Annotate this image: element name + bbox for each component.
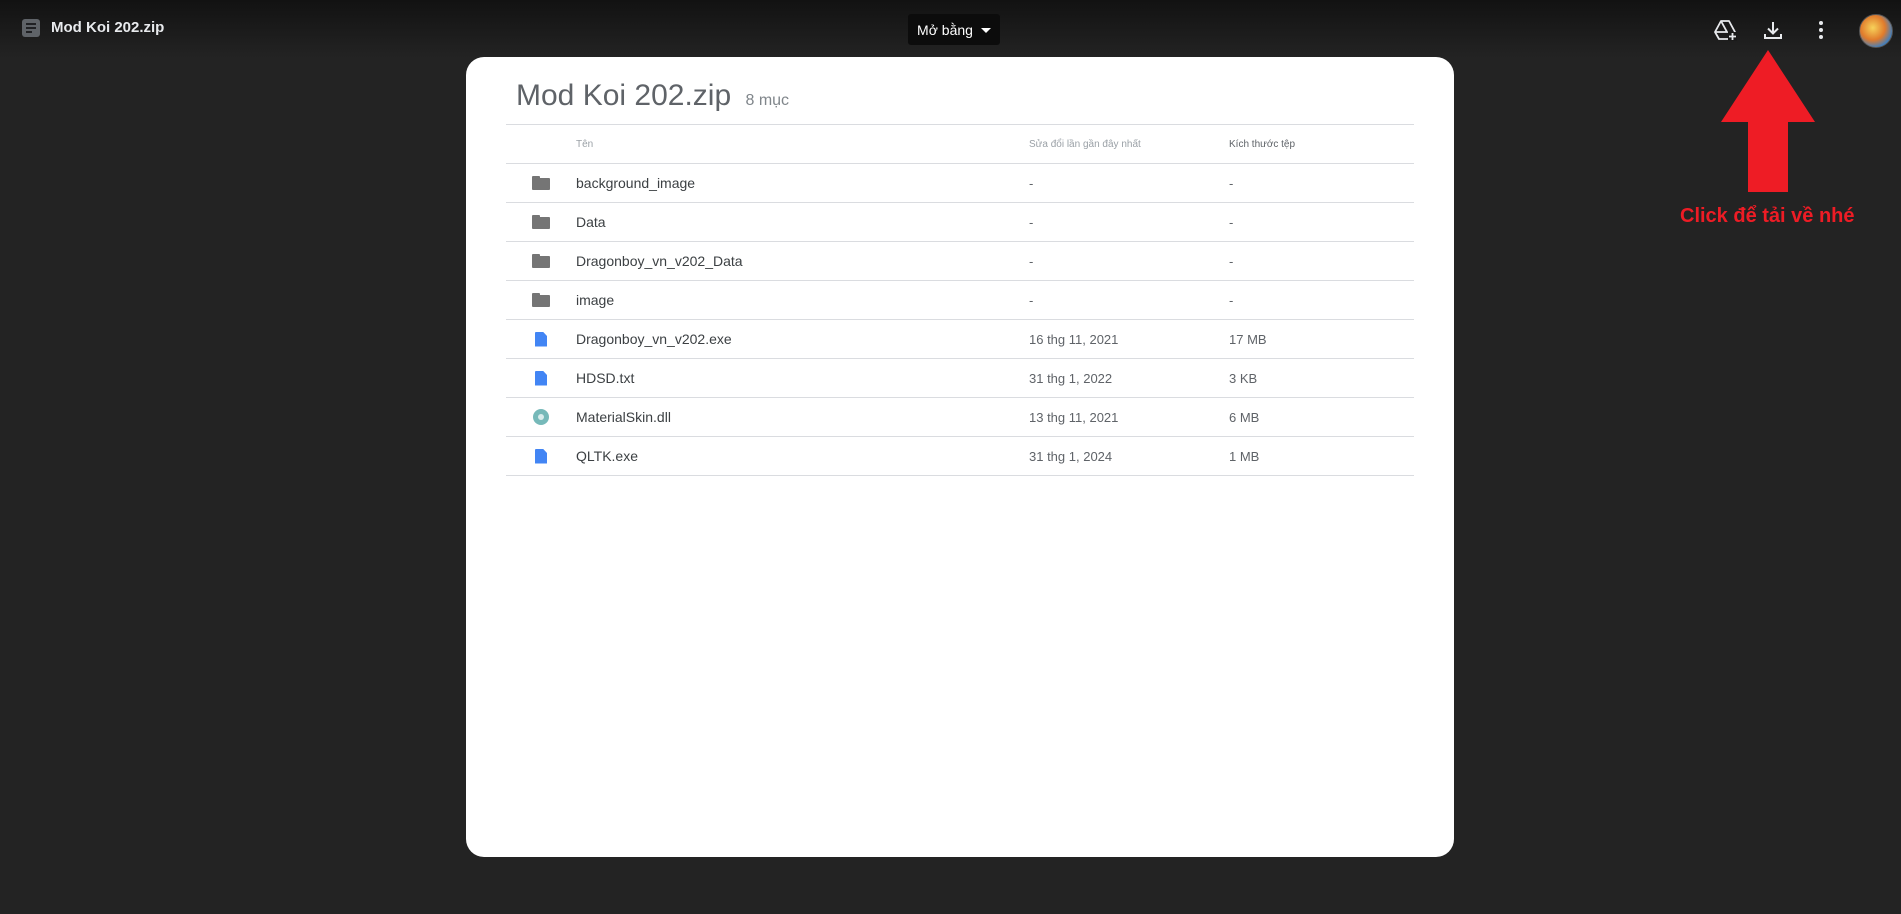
archive-title-block: Mod Koi 202.zip 8 mục	[516, 79, 789, 113]
modified-column-header: Sửa đổi lần gần đây nhất	[1029, 124, 1229, 164]
file-size: -	[1229, 241, 1414, 281]
file-name: QLTK.exe	[576, 436, 1029, 476]
table-row[interactable]: image - -	[506, 280, 1414, 320]
table-row[interactable]: QLTK.exe 31 thg 1, 2024 1 MB	[506, 436, 1414, 476]
file-size: -	[1229, 280, 1414, 320]
document-icon	[535, 331, 547, 347]
download-icon[interactable]	[1761, 18, 1785, 42]
document-icon	[535, 448, 547, 464]
file-size: 6 MB	[1229, 397, 1414, 437]
file-size: 17 MB	[1229, 319, 1414, 359]
file-modified: 31 thg 1, 2022	[1029, 358, 1229, 398]
folder-icon	[532, 293, 550, 307]
table-row[interactable]: Dragonboy_vn_v202.exe 16 thg 11, 2021 17…	[506, 319, 1414, 359]
more-options-icon[interactable]	[1809, 18, 1833, 42]
chevron-down-icon	[980, 28, 991, 33]
table-row[interactable]: background_image - -	[506, 163, 1414, 203]
file-modified: 31 thg 1, 2024	[1029, 436, 1229, 476]
file-modified: 16 thg 11, 2021	[1029, 319, 1229, 359]
archive-preview-card: Mod Koi 202.zip 8 mục Tên Sửa đổi lần gầ…	[466, 57, 1454, 857]
open-with-label: Mở bằng	[917, 21, 973, 38]
file-size: -	[1229, 202, 1414, 242]
file-name: image	[576, 280, 1029, 320]
name-column-header: Tên	[576, 124, 1029, 164]
file-name: HDSD.txt	[576, 358, 1029, 398]
file-modified: -	[1029, 241, 1229, 281]
file-list-table: Tên Sửa đổi lần gần đây nhất Kích thước …	[506, 124, 1414, 476]
file-modified: -	[1029, 202, 1229, 242]
file-size: -	[1229, 163, 1414, 203]
icon-column-header	[506, 124, 576, 164]
folder-icon	[532, 215, 550, 229]
file-size: 3 KB	[1229, 358, 1414, 398]
file-modified: -	[1029, 280, 1229, 320]
item-count: 8 mục	[745, 92, 790, 109]
file-name: Dragonboy_vn_v202.exe	[576, 319, 1029, 359]
size-column-header: Kích thước tệp	[1229, 124, 1414, 164]
file-name: MaterialSkin.dll	[576, 397, 1029, 437]
table-row[interactable]: Dragonboy_vn_v202_Data - -	[506, 241, 1414, 281]
file-name: background_image	[576, 163, 1029, 203]
avatar[interactable]	[1859, 14, 1893, 48]
table-row[interactable]: MaterialSkin.dll 13 thg 11, 2021 6 MB	[506, 397, 1414, 437]
folder-icon	[532, 254, 550, 268]
folder-icon	[532, 176, 550, 190]
top-bar: Mod Koi 202.zip Mở bằng	[0, 0, 1901, 58]
file-size: 1 MB	[1229, 436, 1414, 476]
add-to-drive-icon[interactable]	[1713, 18, 1737, 42]
table-header-row: Tên Sửa đổi lần gần đây nhất Kích thước …	[506, 124, 1414, 164]
file-title: Mod Koi 202.zip	[51, 19, 165, 36]
document-icon	[535, 370, 547, 386]
file-name: Dragonboy_vn_v202_Data	[576, 241, 1029, 281]
file-name: Data	[576, 202, 1029, 242]
open-with-button[interactable]: Mở bằng	[908, 14, 1000, 45]
red-arrow-up-icon	[1721, 50, 1815, 192]
file-modified: 13 thg 11, 2021	[1029, 397, 1229, 437]
settings-file-icon	[533, 409, 549, 425]
archive-title: Mod Koi 202.zip	[516, 79, 732, 112]
table-row[interactable]: HDSD.txt 31 thg 1, 2022 3 KB	[506, 358, 1414, 398]
table-row[interactable]: Data - -	[506, 202, 1414, 242]
archive-file-icon	[22, 19, 40, 37]
file-modified: -	[1029, 163, 1229, 203]
download-hint-annotation: Click để tải về nhé	[1680, 205, 1855, 227]
